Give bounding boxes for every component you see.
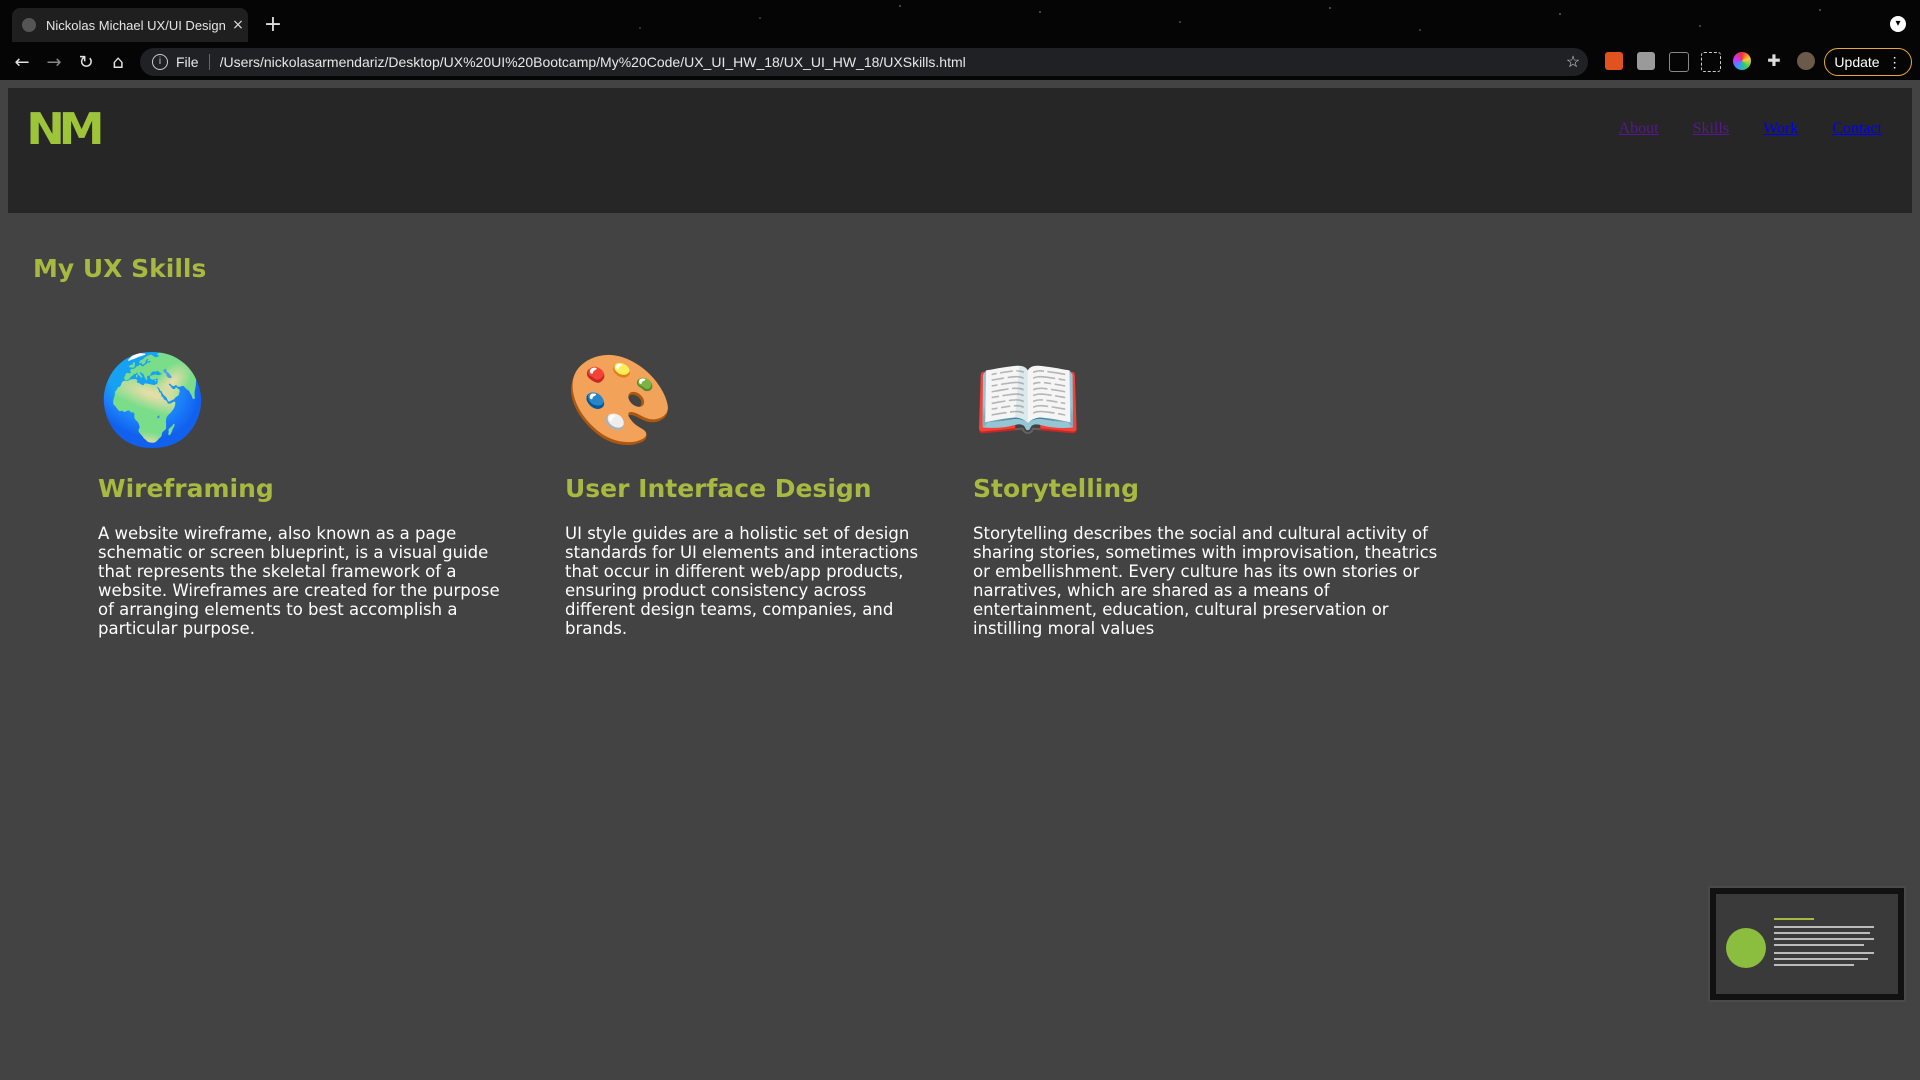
bookmark-star-icon[interactable]: ☆: [1558, 52, 1588, 72]
browser-toolbar: ← → ↻ ⌂ i File /Users/nickolasarmendariz…: [0, 44, 1920, 80]
site-info-icon[interactable]: i: [152, 54, 168, 70]
preview-content: [1716, 894, 1898, 994]
update-label: Update: [1834, 54, 1880, 70]
preview-line: [1774, 918, 1814, 920]
forward-arrow-icon[interactable]: →: [38, 46, 70, 78]
nav-link-contact[interactable]: Contact: [1832, 120, 1882, 138]
url-text[interactable]: /Users/nickolasarmendariz/Desktop/UX%20U…: [220, 54, 1558, 70]
site-nav: About Skills Work Contact: [1619, 120, 1882, 138]
url-scheme: File: [176, 54, 210, 70]
preview-avatar-image: [1726, 928, 1766, 968]
nav-link-work[interactable]: Work: [1763, 120, 1798, 138]
skill-card-ui-design: 🎨 User Interface Design UI style guides …: [565, 348, 918, 639]
nav-link-about[interactable]: About: [1619, 120, 1659, 138]
update-button[interactable]: Update ⋮: [1824, 48, 1912, 76]
extension-icon[interactable]: [1637, 52, 1655, 70]
skill-card-storytelling: 📖 Storytelling Storytelling describes th…: [973, 348, 1437, 639]
preview-line: [1774, 952, 1874, 954]
skill-card-wireframing: 🌍 Wireframing A website wireframe, also …: [98, 348, 500, 639]
extension-icon[interactable]: [1605, 52, 1623, 70]
skill-description: Storytelling describes the social and cu…: [973, 524, 1438, 638]
nm-logo[interactable]: NM: [26, 104, 104, 155]
skill-title: Storytelling: [973, 474, 1140, 503]
globe-favicon-icon: [22, 18, 36, 32]
address-bar[interactable]: i File /Users/nickolasarmendariz/Desktop…: [140, 48, 1588, 76]
page-title: My UX Skills: [33, 254, 207, 283]
skill-title: User Interface Design: [565, 474, 872, 503]
palette-icon: 🎨: [565, 348, 675, 451]
skill-description: UI style guides are a holistic set of de…: [565, 524, 919, 638]
screenshot-extension-icon[interactable]: [1701, 52, 1721, 72]
preview-line: [1774, 938, 1874, 940]
back-arrow-icon[interactable]: ←: [6, 46, 38, 78]
home-icon[interactable]: ⌂: [102, 46, 134, 78]
profile-avatar-icon[interactable]: [1797, 52, 1815, 70]
puzzle-extensions-icon[interactable]: ✚: [1765, 52, 1783, 70]
open-book-icon: 📖: [973, 348, 1083, 451]
browser-chrome: Nickolas Michael UX/UI Design × + ▾ ← → …: [0, 0, 1920, 80]
skill-description: A website wireframe, also known as a pag…: [98, 524, 500, 638]
extension-icon[interactable]: [1669, 52, 1689, 72]
tab-search-icon[interactable]: ▾: [1890, 16, 1906, 32]
tab-title: Nickolas Michael UX/UI Design: [46, 17, 226, 33]
globe-icon: 🌍: [98, 348, 208, 451]
skill-title: Wireframing: [98, 474, 274, 503]
preview-line: [1774, 958, 1868, 960]
site-header: NM About Skills Work Contact: [8, 88, 1912, 213]
preview-line: [1774, 944, 1864, 946]
color-picker-extension-icon[interactable]: [1733, 52, 1751, 70]
menu-kebab-icon: ⋮: [1887, 53, 1902, 70]
tab-close-icon[interactable]: ×: [228, 17, 248, 33]
preview-line: [1774, 926, 1874, 928]
browser-tab[interactable]: Nickolas Michael UX/UI Design ×: [12, 8, 248, 42]
window-preview-thumbnail[interactable]: [1708, 886, 1906, 1002]
reload-icon[interactable]: ↻: [70, 46, 102, 78]
nav-link-skills[interactable]: Skills: [1693, 120, 1729, 138]
new-tab-button[interactable]: +: [260, 12, 286, 38]
preview-line: [1774, 932, 1870, 934]
preview-line: [1774, 964, 1854, 966]
